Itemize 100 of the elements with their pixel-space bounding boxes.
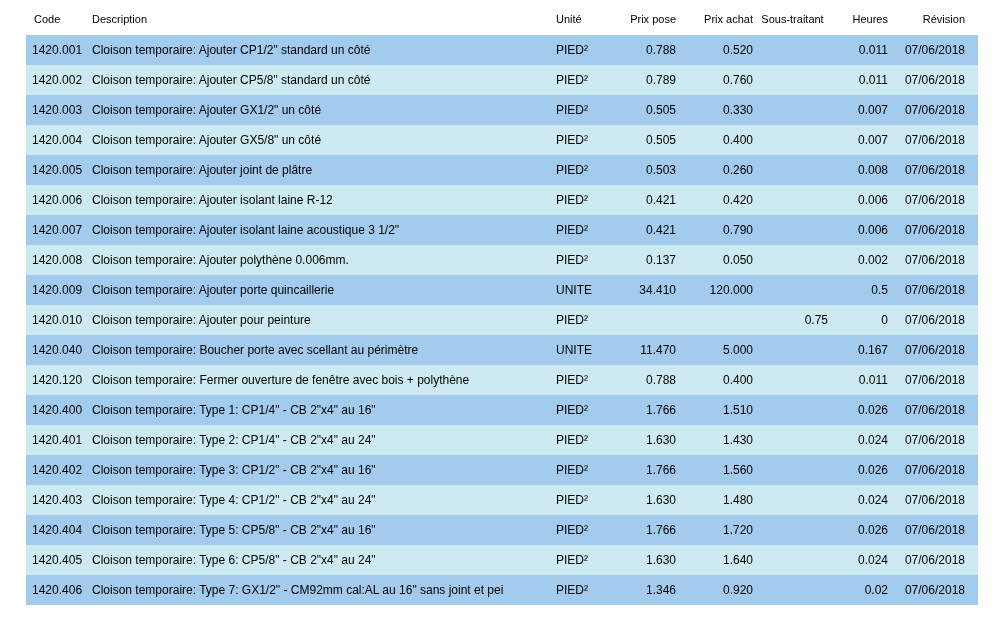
table-cell: 1420.006	[32, 193, 83, 207]
table-cell: 0.505	[645, 133, 676, 147]
table-row[interactable]: 1420.403 Cloison temporaire: Type 4: CP1/2" - CB 2"x4" au 24" PIED² 1.630 1.480 0.024 07/06/2018	[26, 485, 978, 515]
table-cell: 07/06/2018	[904, 133, 965, 147]
table-cell: 0.260	[722, 163, 753, 177]
table-cell: Cloison temporaire: Ajouter pour peinture	[92, 313, 311, 327]
table-cell: 1420.008	[32, 253, 83, 267]
table-cell: Cloison temporaire: Ajouter polythène 0.006mm.	[92, 253, 349, 267]
table-cell: 07/06/2018	[904, 253, 965, 267]
table-cell: Cloison temporaire: Ajouter GX5/8" un côté	[92, 133, 322, 147]
table-cell: 0.024	[857, 493, 888, 507]
table-row[interactable]: 1420.404 Cloison temporaire: Type 5: CP5/8" - CB 2"x4" au 16" PIED² 1.766 1.720 0.026 07/06/2018	[26, 515, 978, 545]
table-cell: 07/06/2018	[904, 313, 965, 327]
table-cell: 1420.007	[32, 223, 83, 237]
table-row[interactable]: 1420.401 Cloison temporaire: Type 2: CP1/4" - CB 2"x4" au 24" PIED² 1.630 1.430 0.024 07/06/2018	[26, 425, 978, 455]
column-header[interactable]: Code	[26, 11, 88, 28]
table-row[interactable]: 1420.405 Cloison temporaire: Type 6: CP5/8" - CB 2"x4" au 24" PIED² 1.630 1.640 0.024 07/06/2018	[26, 545, 978, 575]
table-row[interactable]: 1420.010 Cloison temporaire: Ajouter pour peinture PIED² 0.75 0 07/06/2018	[26, 305, 978, 335]
table-cell: 0.007	[857, 103, 888, 117]
table-cell: 07/06/2018	[904, 553, 965, 567]
table-cell: 1420.406	[32, 583, 83, 597]
table-cell: Cloison temporaire: Type 5: CP5/8" - CB 2"x4" au 16"	[92, 523, 376, 537]
table-cell: PIED²	[556, 433, 588, 447]
table-row[interactable]: 1420.002 Cloison temporaire: Ajouter CP5/8" standard un côté PIED² 0.789 0.760 0.011 07/06/2018	[26, 65, 978, 95]
table-cell: 1420.001	[32, 43, 83, 57]
table-cell: UNITE	[556, 283, 592, 297]
column-header[interactable]: Prix achat	[678, 11, 755, 28]
table-cell: 0.788	[645, 43, 676, 57]
table-cell: 1420.400	[32, 403, 83, 417]
table-row[interactable]: 1420.004 Cloison temporaire: Ajouter GX5/8" un côté PIED² 0.505 0.400 0.007 07/06/2018	[26, 125, 978, 155]
table-cell: 07/06/2018	[904, 373, 965, 387]
table-cell: PIED²	[556, 103, 588, 117]
table-cell: 1.480	[722, 493, 753, 507]
table-cell: 1420.403	[32, 493, 83, 507]
table-cell: Cloison temporaire: Ajouter isolant laine R-12	[92, 193, 333, 207]
table-cell: PIED²	[556, 223, 588, 237]
table-cell: UNITE	[556, 343, 592, 357]
table-cell: 0.75	[804, 313, 828, 327]
table-row[interactable]: 1420.005 Cloison temporaire: Ajouter joint de plâtre PIED² 0.503 0.260 0.008 07/06/2018	[26, 155, 978, 185]
table-cell: 1420.010	[32, 313, 83, 327]
table-cell: 34.410	[639, 283, 676, 297]
table-cell: 1420.003	[32, 103, 83, 117]
table-cell: 1.430	[722, 433, 753, 447]
table-cell: 0.02	[864, 583, 888, 597]
table-cell: 1420.005	[32, 163, 83, 177]
table-row[interactable]: 1420.406 Cloison temporaire: Type 7: GX1/2" - CM92mm cal:AL au 16" sans joint et pei PIED² 1.346 0.920 0.02 07/06/2018	[26, 575, 978, 605]
column-header[interactable]: Unité	[552, 11, 612, 28]
table-cell: 0.006	[857, 223, 888, 237]
table-cell: 0.789	[645, 73, 676, 87]
table-cell: 1.630	[645, 493, 676, 507]
table-cell: 07/06/2018	[904, 103, 965, 117]
table-cell: 0.024	[857, 553, 888, 567]
table-cell: 11.470	[640, 343, 676, 357]
table-cell: 0.520	[722, 43, 753, 57]
table-row[interactable]: 1420.006 Cloison temporaire: Ajouter isolant laine R-12 PIED² 0.421 0.420 0.006 07/06/2018	[26, 185, 978, 215]
table-cell: Cloison temporaire: Ajouter GX1/2" un côté	[92, 103, 322, 117]
table-cell: Cloison temporaire: Type 4: CP1/2" - CB 2"x4" au 24"	[92, 493, 376, 507]
table-cell: PIED²	[556, 163, 588, 177]
column-header[interactable]: Sous-traitant	[755, 11, 830, 28]
table-cell: PIED²	[556, 553, 588, 567]
table-cell: PIED²	[556, 133, 588, 147]
table-cell: 0.137	[645, 253, 676, 267]
table-row[interactable]: 1420.008 Cloison temporaire: Ajouter polythène 0.006mm. PIED² 0.137 0.050 0.002 07/06/2018	[26, 245, 978, 275]
table-cell: 07/06/2018	[904, 343, 965, 357]
table-row[interactable]: 1420.003 Cloison temporaire: Ajouter GX1/2" un côté PIED² 0.505 0.330 0.007 07/06/2018	[26, 95, 978, 125]
table-cell: 1.720	[722, 523, 753, 537]
column-header[interactable]: Prix pose	[612, 11, 678, 28]
column-header[interactable]: Révision	[890, 11, 978, 28]
table-cell: 0.790	[722, 223, 753, 237]
table-cell: 1420.009	[32, 283, 83, 297]
table-cell: 0.026	[857, 463, 888, 477]
table-cell: 0.007	[857, 133, 888, 147]
table-cell: 0.002	[857, 253, 888, 267]
table-cell: PIED²	[556, 73, 588, 87]
table-row[interactable]: 1420.009 Cloison temporaire: Ajouter porte quincaillerie UNITE 34.410 120.000 0.5 07/06/2018	[26, 275, 978, 305]
table-cell: PIED²	[556, 523, 588, 537]
column-header[interactable]: Heures	[830, 11, 890, 28]
table-row[interactable]: 1420.007 Cloison temporaire: Ajouter isolant laine acoustique 3 1/2" PIED² 0.421 0.790 0.006 07/06/2018	[26, 215, 978, 245]
table-cell: 07/06/2018	[904, 403, 965, 417]
table-cell: Cloison temporaire: Ajouter isolant laine acoustique 3 1/2"	[92, 223, 400, 237]
table-cell: 0.421	[645, 223, 676, 237]
table-row[interactable]: 1420.001 Cloison temporaire: Ajouter CP1/2" standard un côté PIED² 0.788 0.520 0.011 07/06/2018	[26, 35, 978, 65]
table-cell: PIED²	[556, 373, 588, 387]
table-cell: 1.630	[645, 433, 676, 447]
table-cell: 0.167	[857, 343, 888, 357]
table-row[interactable]: 1420.040 Cloison temporaire: Boucher porte avec scellant au périmètre UNITE 11.470 5.000 0.167 07/06/2018	[26, 335, 978, 365]
table-cell: Cloison temporaire: Type 7: GX1/2" - CM92mm cal:AL au 16" sans joint et pei	[92, 583, 504, 597]
column-header[interactable]: Description	[88, 11, 552, 28]
table-cell: 07/06/2018	[904, 463, 965, 477]
table-cell: 1.640	[722, 553, 753, 567]
table-cell: 1420.402	[32, 463, 83, 477]
table-cell: 1420.401	[32, 433, 83, 447]
table-cell: Cloison temporaire: Ajouter CP1/2" standard un côté	[92, 43, 371, 57]
table-row[interactable]: 1420.400 Cloison temporaire: Type 1: CP1/4" - CB 2"x4" au 16" PIED² 1.766 1.510 0.026 07/06/2018	[26, 395, 978, 425]
table-cell: Cloison temporaire: Ajouter joint de plâtre	[92, 163, 313, 177]
table-cell: 0.026	[857, 523, 888, 537]
table-row[interactable]: 1420.120 Cloison temporaire: Fermer ouverture de fenêtre avec bois + polythène PIED² 0.788 0.400 0.011 07/06/2018	[26, 365, 978, 395]
table-cell: 1.766	[645, 463, 676, 477]
table-cell: 07/06/2018	[904, 493, 965, 507]
table-row[interactable]: 1420.402 Cloison temporaire: Type 3: CP1/2" - CB 2"x4" au 16" PIED² 1.766 1.560 0.026 07/06/2018	[26, 455, 978, 485]
